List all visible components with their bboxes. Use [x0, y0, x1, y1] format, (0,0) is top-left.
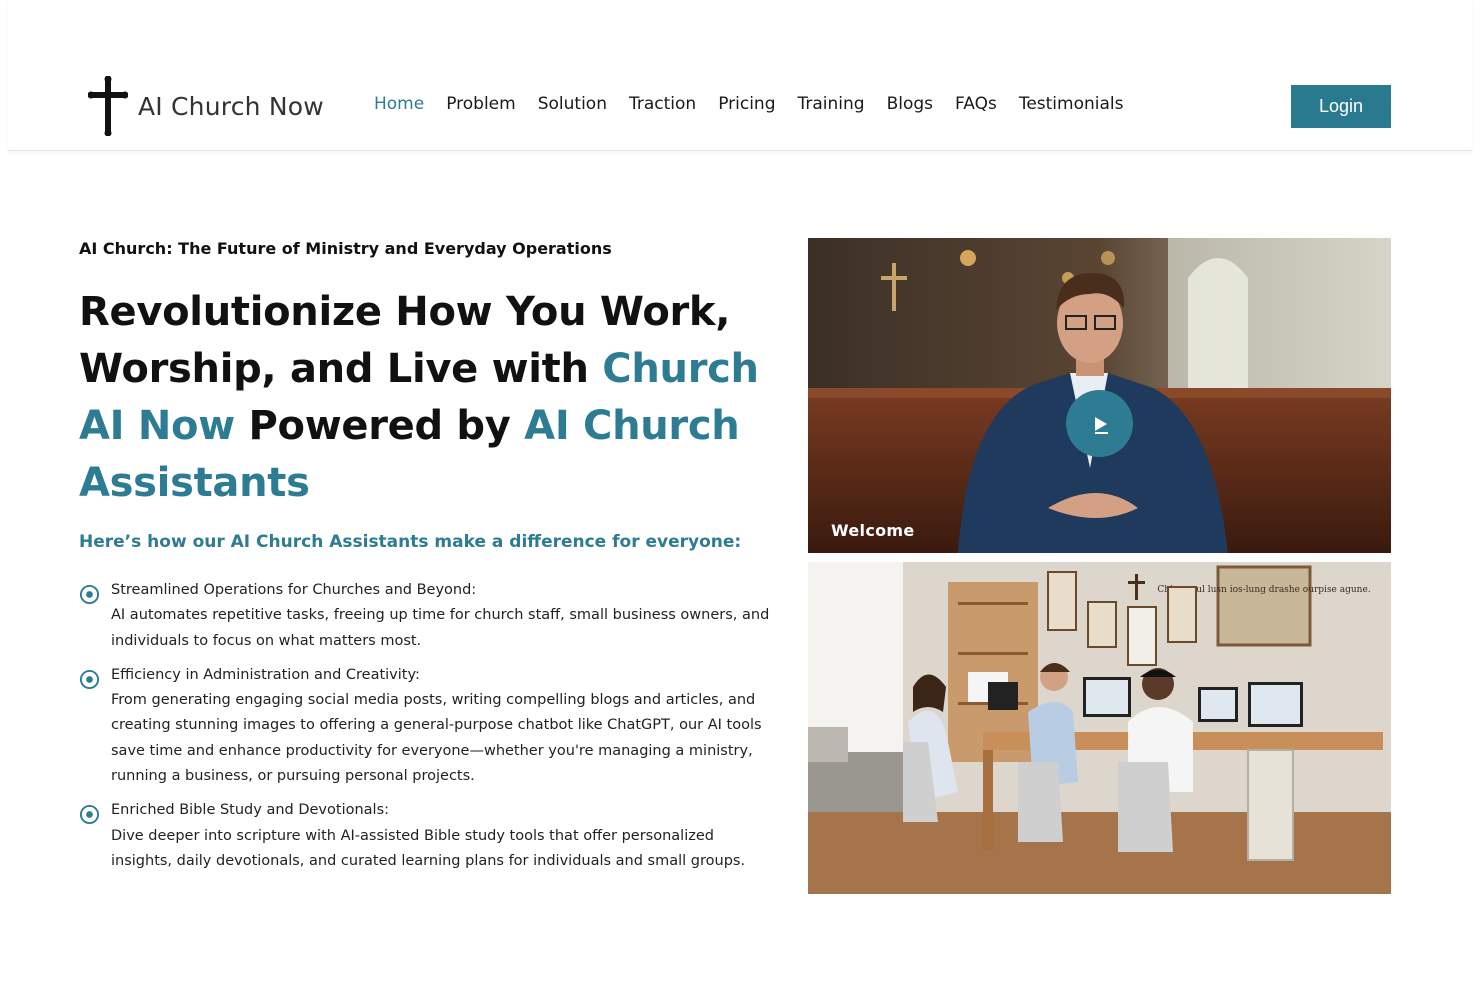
headline-text-2: Powered by [234, 403, 525, 449]
nav-pricing[interactable]: Pricing [718, 94, 775, 114]
nav-training[interactable]: Training [798, 94, 865, 114]
feature-description: From generating engaging social media po… [111, 692, 762, 785]
site-header: AI Church Now Home Problem Solution Trac… [8, 0, 1472, 151]
feature-description: Dive deeper into scripture with AI-assis… [111, 827, 746, 869]
welcome-video[interactable]: Welcome [808, 238, 1391, 553]
nav-problem[interactable]: Problem [446, 94, 516, 114]
brand-logo[interactable]: AI Church Now [88, 76, 324, 136]
feature-item: Efficiency in Administration and Creativ… [79, 663, 779, 789]
feature-title: Efficiency in Administration and Creativ… [111, 666, 420, 683]
nav-faqs[interactable]: FAQs [955, 94, 997, 114]
login-button[interactable]: Login [1291, 85, 1391, 128]
feature-description: AI automates repetitive tasks, freeing u… [111, 607, 770, 649]
video-label: Welcome [831, 521, 915, 540]
play-button[interactable] [1066, 390, 1133, 457]
target-icon [79, 584, 100, 605]
nav-testimonials[interactable]: Testimonials [1019, 94, 1124, 114]
nav-solution[interactable]: Solution [538, 94, 607, 114]
feature-list: Streamlined Operations for Churches and … [79, 578, 779, 874]
play-icon [1094, 416, 1108, 434]
office-illustration: Chise youl lusn ios-lung drashe ourpise … [808, 562, 1391, 894]
target-icon [79, 669, 100, 689]
hero-subhead: Here’s how our AI Church Assistants make… [79, 532, 742, 552]
main-nav: Home Problem Solution Traction Pricing T… [374, 94, 1145, 114]
cross-icon [88, 76, 128, 136]
brand-name: AI Church Now [138, 91, 324, 121]
hero-headline: Revolutionize How You Work, Worship, and… [79, 284, 779, 512]
feature-item: Enriched Bible Study and Devotionals: Di… [79, 798, 779, 874]
nav-traction[interactable]: Traction [629, 94, 696, 114]
nav-home[interactable]: Home [374, 94, 424, 114]
feature-item: Streamlined Operations for Churches and … [79, 578, 779, 654]
target-icon [79, 805, 100, 825]
feature-title: Enriched Bible Study and Devotionals: [111, 802, 390, 819]
nav-blogs[interactable]: Blogs [887, 94, 933, 114]
hero-kicker: AI Church: The Future of Ministry and Ev… [79, 239, 612, 258]
feature-title: Streamlined Operations for Churches and … [111, 582, 477, 598]
office-image: Chise youl lusn ios-lung drashe ourpise … [808, 562, 1391, 894]
